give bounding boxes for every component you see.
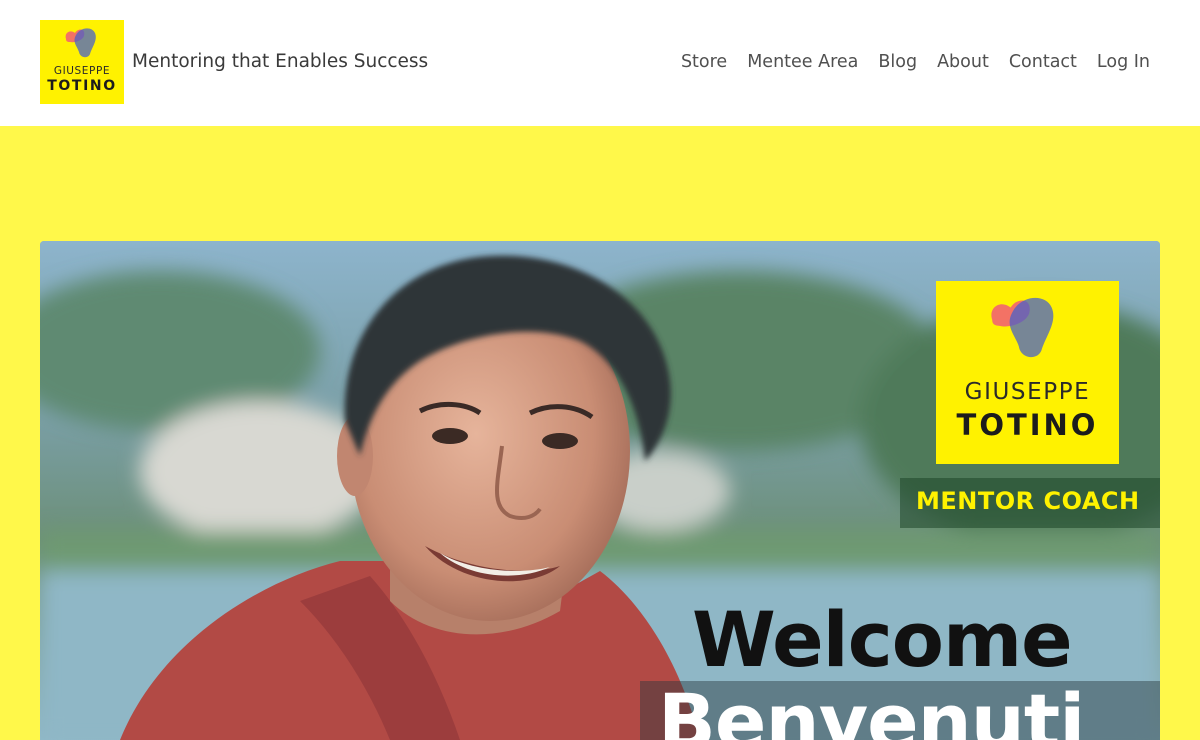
colorful-blob-icon — [991, 297, 1054, 358]
nav-mentee-area[interactable]: Mentee Area — [747, 52, 858, 72]
site-header: GIUSEPPE TOTINO Mentoring that Enables S… — [0, 0, 1200, 126]
hero-headline-secondary: Benvenuti — [658, 677, 1085, 740]
badge-last-name: TOTINO — [956, 408, 1099, 442]
brand-badge: GIUSEPPE TOTINO — [936, 281, 1119, 464]
hero-headline: Welcome — [692, 595, 1073, 684]
role-text: MENTOR COACH — [916, 487, 1140, 515]
hero-section: GIUSEPPE TOTINO MENTOR COACH Welcome Ben… — [0, 126, 1200, 740]
badge-first-name: GIUSEPPE — [964, 379, 1091, 405]
nav-contact[interactable]: Contact — [1009, 52, 1077, 72]
nav-store[interactable]: Store — [681, 52, 727, 72]
nav-about[interactable]: About — [937, 52, 989, 72]
nav-blog[interactable]: Blog — [878, 52, 917, 72]
logo-first-name: GIUSEPPE — [53, 65, 111, 77]
main-nav: Store Mentee Area Blog About Contact Log… — [681, 52, 1150, 72]
nav-log-in[interactable]: Log In — [1097, 52, 1150, 72]
role-banner: MENTOR COACH — [900, 478, 1160, 528]
colorful-blob-icon — [65, 28, 96, 58]
logo-last-name: TOTINO — [47, 78, 117, 94]
site-logo[interactable]: GIUSEPPE TOTINO — [40, 20, 124, 104]
hero-banner-image: GIUSEPPE TOTINO MENTOR COACH Welcome Ben… — [40, 241, 1160, 740]
site-tagline: Mentoring that Enables Success — [132, 51, 429, 72]
